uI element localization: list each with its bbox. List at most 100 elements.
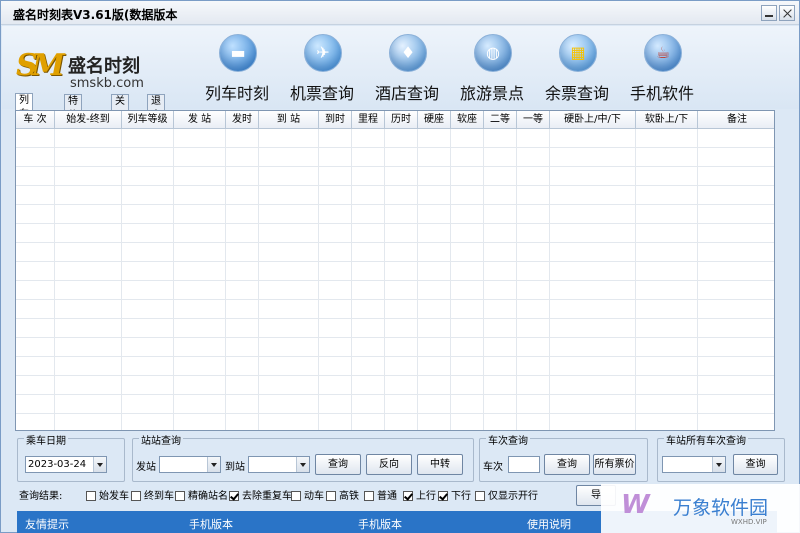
filter-highspeed[interactable]: 高铁 — [326, 489, 359, 505]
nav-mobile-software[interactable]: ☕ 手机软件 — [617, 34, 707, 108]
col-header[interactable]: 到时 — [319, 111, 352, 129]
schedule-table[interactable]: 车 次 始发-终到 列车等级 发 站 发时 到 站 到时 里程 历时 硬座 软座… — [15, 110, 775, 431]
nav-label: 旅游景点 — [459, 84, 524, 103]
nav-train-schedule[interactable]: ▬ 列车时刻 — [192, 34, 282, 108]
checkbox-label: 下行 — [451, 491, 471, 502]
checkbox[interactable] — [291, 491, 301, 501]
date-picker[interactable]: 2023-03-24 — [25, 456, 107, 473]
status-mobile-version-2[interactable]: 手机版本 — [358, 516, 402, 532]
chevron-down-icon[interactable] — [296, 457, 309, 472]
checkbox[interactable] — [438, 491, 448, 501]
filter-up[interactable]: 上行 — [403, 489, 436, 505]
chevron-down-icon[interactable] — [207, 457, 220, 472]
col-header[interactable]: 发 站 — [174, 111, 226, 129]
col-header[interactable]: 一等 — [517, 111, 550, 129]
train-number-label: 车次 — [483, 462, 503, 473]
station-select[interactable] — [662, 456, 726, 473]
grid-line — [173, 129, 174, 430]
grid-line — [54, 129, 55, 430]
status-tip[interactable]: 友情提示 — [25, 516, 69, 532]
col-header[interactable]: 历时 — [385, 111, 418, 129]
checkbox[interactable] — [326, 491, 336, 501]
checkbox-label: 终到车 — [144, 491, 174, 502]
col-header[interactable]: 二等 — [484, 111, 517, 129]
checkbox[interactable] — [364, 491, 374, 501]
watermark-name: 万象软件园 — [673, 497, 769, 519]
status-mobile-version-1[interactable]: 手机版本 — [189, 516, 233, 532]
nav-flight-query[interactable]: ✈ 机票查询 — [277, 34, 367, 108]
col-header[interactable]: 硬卧上/中/下 — [550, 111, 636, 129]
from-station-select[interactable] — [159, 456, 221, 473]
filter-normal[interactable]: 普通 — [364, 489, 397, 505]
col-header[interactable]: 备注 — [698, 111, 774, 129]
grid-line — [351, 129, 352, 430]
col-header[interactable]: 发时 — [226, 111, 259, 129]
window-title: 盛名时刻表V3.61版(数据版本 — [13, 8, 178, 22]
app-window: 盛名时刻表V3.61版(数据版本 SM 盛名时刻 smskb.com ▬ 列车时… — [0, 0, 800, 533]
checkbox[interactable] — [403, 491, 413, 501]
station-query-button[interactable]: 查询 — [315, 454, 361, 475]
checkbox-label: 精确站名 — [188, 491, 228, 502]
checkbox-label: 去除重复车 — [242, 491, 292, 502]
table-body[interactable] — [16, 129, 774, 430]
tab-about[interactable]: 关于 — [111, 94, 129, 121]
all-prices-button[interactable]: 所有票价 — [593, 454, 636, 475]
title-bar: 盛名时刻表V3.61版(数据版本 — [1, 1, 799, 25]
col-header[interactable]: 到 站 — [259, 111, 319, 129]
checkbox-label: 仅显示开行 — [488, 491, 538, 502]
nav-label: 机票查询 — [289, 84, 354, 103]
grid-line — [697, 129, 698, 430]
train-number-input[interactable] — [508, 456, 540, 473]
checkbox[interactable] — [86, 491, 96, 501]
grid-line — [384, 129, 385, 430]
status-instructions[interactable]: 使用说明 — [527, 516, 571, 532]
logo-mark: SM — [16, 48, 65, 83]
checkbox[interactable] — [131, 491, 141, 501]
watermark: W 万象软件园 WXHD.VIP — [601, 484, 800, 533]
ride-date-group: 乘车日期 2023-03-24 — [17, 432, 125, 482]
checkbox-label: 动车 — [304, 491, 324, 502]
filter-terminal[interactable]: 终到车 — [131, 489, 174, 505]
station-trains-query-button[interactable]: 查询 — [733, 454, 778, 475]
grid-line — [318, 129, 319, 430]
filter-origin[interactable]: 始发车 — [86, 489, 129, 505]
col-header[interactable]: 列车等级 — [122, 111, 174, 129]
transfer-button[interactable]: 中转 — [417, 454, 463, 475]
col-header[interactable]: 始发-终到 — [55, 111, 122, 129]
globe-icon: ◍ — [474, 34, 512, 72]
reverse-button[interactable]: 反向 — [366, 454, 412, 475]
filter-running-only[interactable]: 仅显示开行 — [475, 489, 538, 505]
from-station-label: 发站 — [136, 462, 156, 473]
tab-special-flights[interactable]: 特价机票 — [64, 94, 82, 149]
filter-exact-station[interactable]: 精确站名 — [175, 489, 228, 505]
close-button[interactable] — [779, 5, 795, 21]
checkbox-label: 高铁 — [339, 491, 359, 502]
nav-ticket-availability[interactable]: ▦ 余票查询 — [532, 34, 622, 108]
checkbox[interactable] — [475, 491, 485, 501]
minimize-button[interactable] — [761, 5, 777, 21]
col-header[interactable]: 硬座 — [418, 111, 451, 129]
nav-tourist-spots[interactable]: ◍ 旅游景点 — [447, 34, 537, 108]
col-header[interactable]: 软座 — [451, 111, 484, 129]
chevron-down-icon[interactable] — [93, 457, 106, 472]
col-header[interactable]: 软卧上/下 — [636, 111, 698, 129]
filter-emu[interactable]: 动车 — [291, 489, 324, 505]
col-header[interactable]: 里程 — [352, 111, 385, 129]
to-station-select[interactable] — [248, 456, 310, 473]
filter-dedupe[interactable]: 去除重复车 — [229, 489, 292, 505]
checkbox[interactable] — [229, 491, 239, 501]
checkbox[interactable] — [175, 491, 185, 501]
grid-line — [417, 129, 418, 430]
tab-train-schedule[interactable]: 列车时刻 — [15, 93, 33, 148]
checkbox-label: 上行 — [416, 491, 436, 502]
chevron-down-icon[interactable] — [712, 457, 725, 472]
java-icon: ☕ — [644, 34, 682, 72]
nav-hotel-query[interactable]: ♦ 酒店查询 — [362, 34, 452, 108]
col-header[interactable]: 车 次 — [16, 111, 55, 129]
filter-down[interactable]: 下行 — [438, 489, 471, 505]
hotel-icon: ♦ — [389, 34, 427, 72]
train-query-group: 车次查询 车次 查询 所有票价 — [479, 432, 648, 482]
train-query-button[interactable]: 查询 — [544, 454, 590, 475]
tab-exit[interactable]: 退出 — [147, 94, 165, 121]
logo-domain: smskb.com — [70, 76, 144, 91]
